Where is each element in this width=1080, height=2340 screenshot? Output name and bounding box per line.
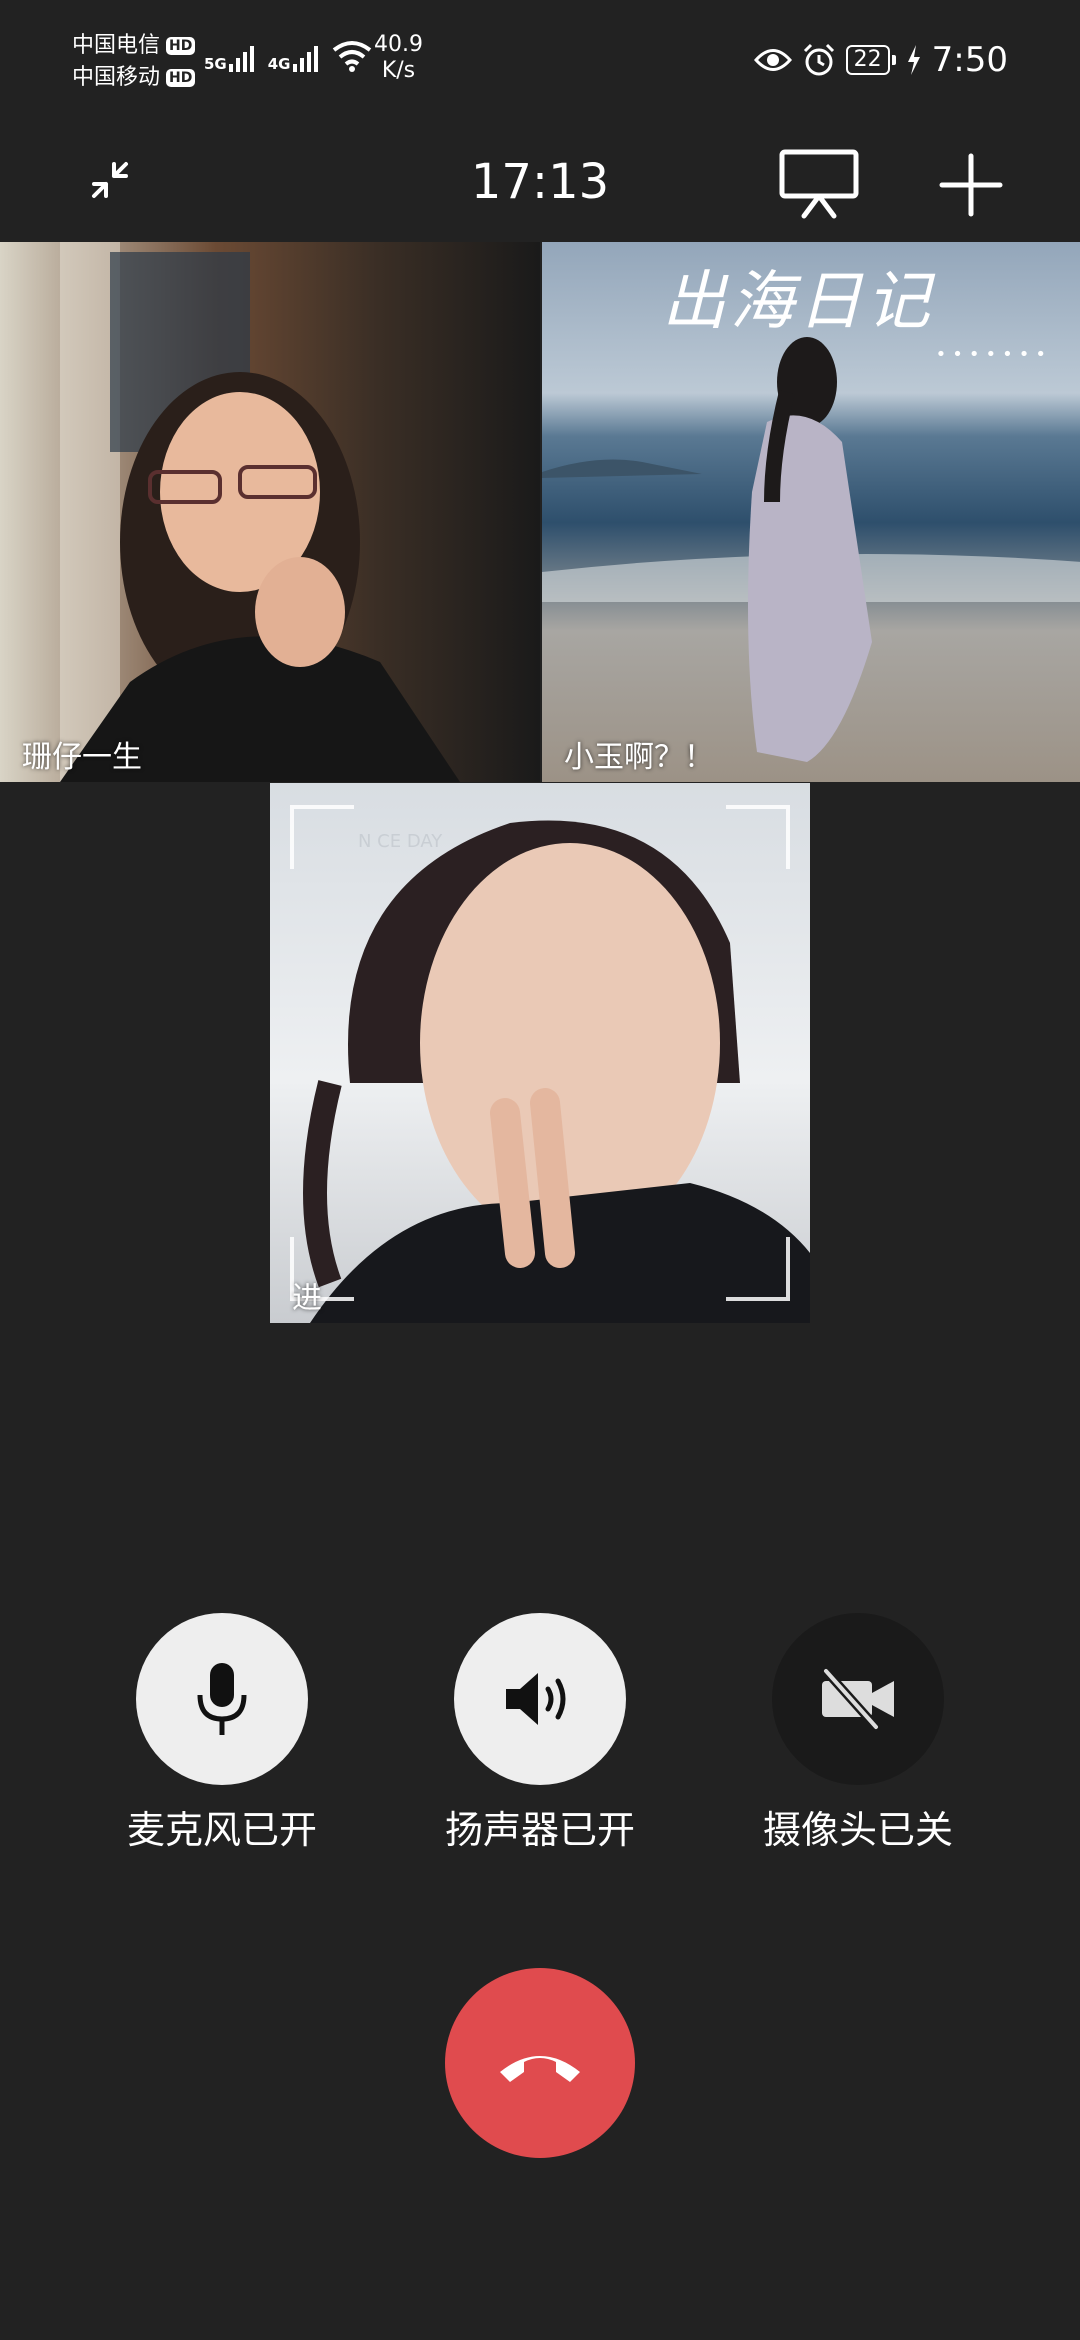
camera-control: 摄像头已关 xyxy=(708,1613,1008,1854)
status-right: 22 7:50 xyxy=(753,40,1008,80)
hd-badge: HD xyxy=(166,69,196,87)
camera-label: 摄像头已关 xyxy=(762,1808,953,1852)
video-overlay-title: 出海日记 xyxy=(662,265,934,339)
speaker-toggle-button[interactable] xyxy=(454,1613,626,1785)
network-type-2: 4G xyxy=(267,55,291,73)
speaker-icon xyxy=(506,1673,566,1725)
battery-level: 22 xyxy=(845,45,890,75)
camera-off-icon xyxy=(821,1667,894,1731)
signal-block: 5G 4G xyxy=(204,40,372,72)
phone-hangup-icon xyxy=(500,2056,580,2082)
mic-label: 麦克风已开 xyxy=(126,1808,317,1852)
hang-up-button[interactable] xyxy=(445,1968,635,2158)
network-type-1: 5G xyxy=(204,55,227,73)
carrier-1: 中国电信 xyxy=(72,33,161,58)
participant-tile[interactable]: 珊仔一生 xyxy=(0,242,540,782)
charging-icon xyxy=(907,45,920,75)
participant-name: 进 xyxy=(292,1281,322,1316)
status-bar: 中国电信 HD 中国移动 HD 5G 4G 40.9 K/s 22 7:50 xyxy=(0,0,1080,120)
call-duration: 17:13 xyxy=(470,154,610,210)
clock: 7:50 xyxy=(931,40,1008,80)
call-header: 17:13 xyxy=(0,140,1080,230)
carrier-info: 中国电信 HD 中国移动 HD xyxy=(72,30,196,94)
speed-unit: K/s xyxy=(381,58,416,83)
camera-toggle-button[interactable] xyxy=(772,1613,944,1785)
speed-value: 40.9 xyxy=(374,32,423,57)
mic-control: 麦克风已开 xyxy=(72,1613,372,1854)
participant-tile[interactable]: 出海日记 ••••••• 小玉啊？！ xyxy=(542,242,1080,782)
microphone-icon xyxy=(197,1663,247,1735)
signal-bars-icon xyxy=(228,42,254,72)
add-participant-button[interactable] xyxy=(936,150,1006,220)
self-video-tile[interactable]: N CE DAY 进 xyxy=(270,783,810,1323)
frame-corner xyxy=(726,805,790,869)
hd-badge: HD xyxy=(166,37,196,55)
participant-video-icon xyxy=(60,242,460,782)
wifi-icon xyxy=(332,41,371,72)
mic-toggle-button[interactable] xyxy=(136,1613,308,1785)
battery-icon: 22 xyxy=(845,45,896,75)
plus-icon xyxy=(939,153,1003,217)
frame-corner xyxy=(290,805,354,869)
alarm-icon xyxy=(803,43,834,76)
eye-icon xyxy=(753,49,792,71)
participant-name: 珊仔一生 xyxy=(22,740,142,775)
speaker-control: 扬声器已开 xyxy=(390,1613,690,1854)
frame-corner xyxy=(726,1237,790,1301)
screen-share-button[interactable] xyxy=(776,146,862,222)
video-overlay-text: N CE DAY xyxy=(358,831,443,852)
signal-bars-icon xyxy=(292,42,318,72)
network-speed: 40.9 K/s xyxy=(374,32,423,84)
speaker-label: 扬声器已开 xyxy=(444,1808,635,1852)
carrier-2: 中国移动 xyxy=(72,65,161,90)
screen-share-icon xyxy=(779,149,859,219)
video-overlay-dots: ••••••• xyxy=(935,344,1052,365)
participant-name: 小玉啊？！ xyxy=(564,740,714,775)
